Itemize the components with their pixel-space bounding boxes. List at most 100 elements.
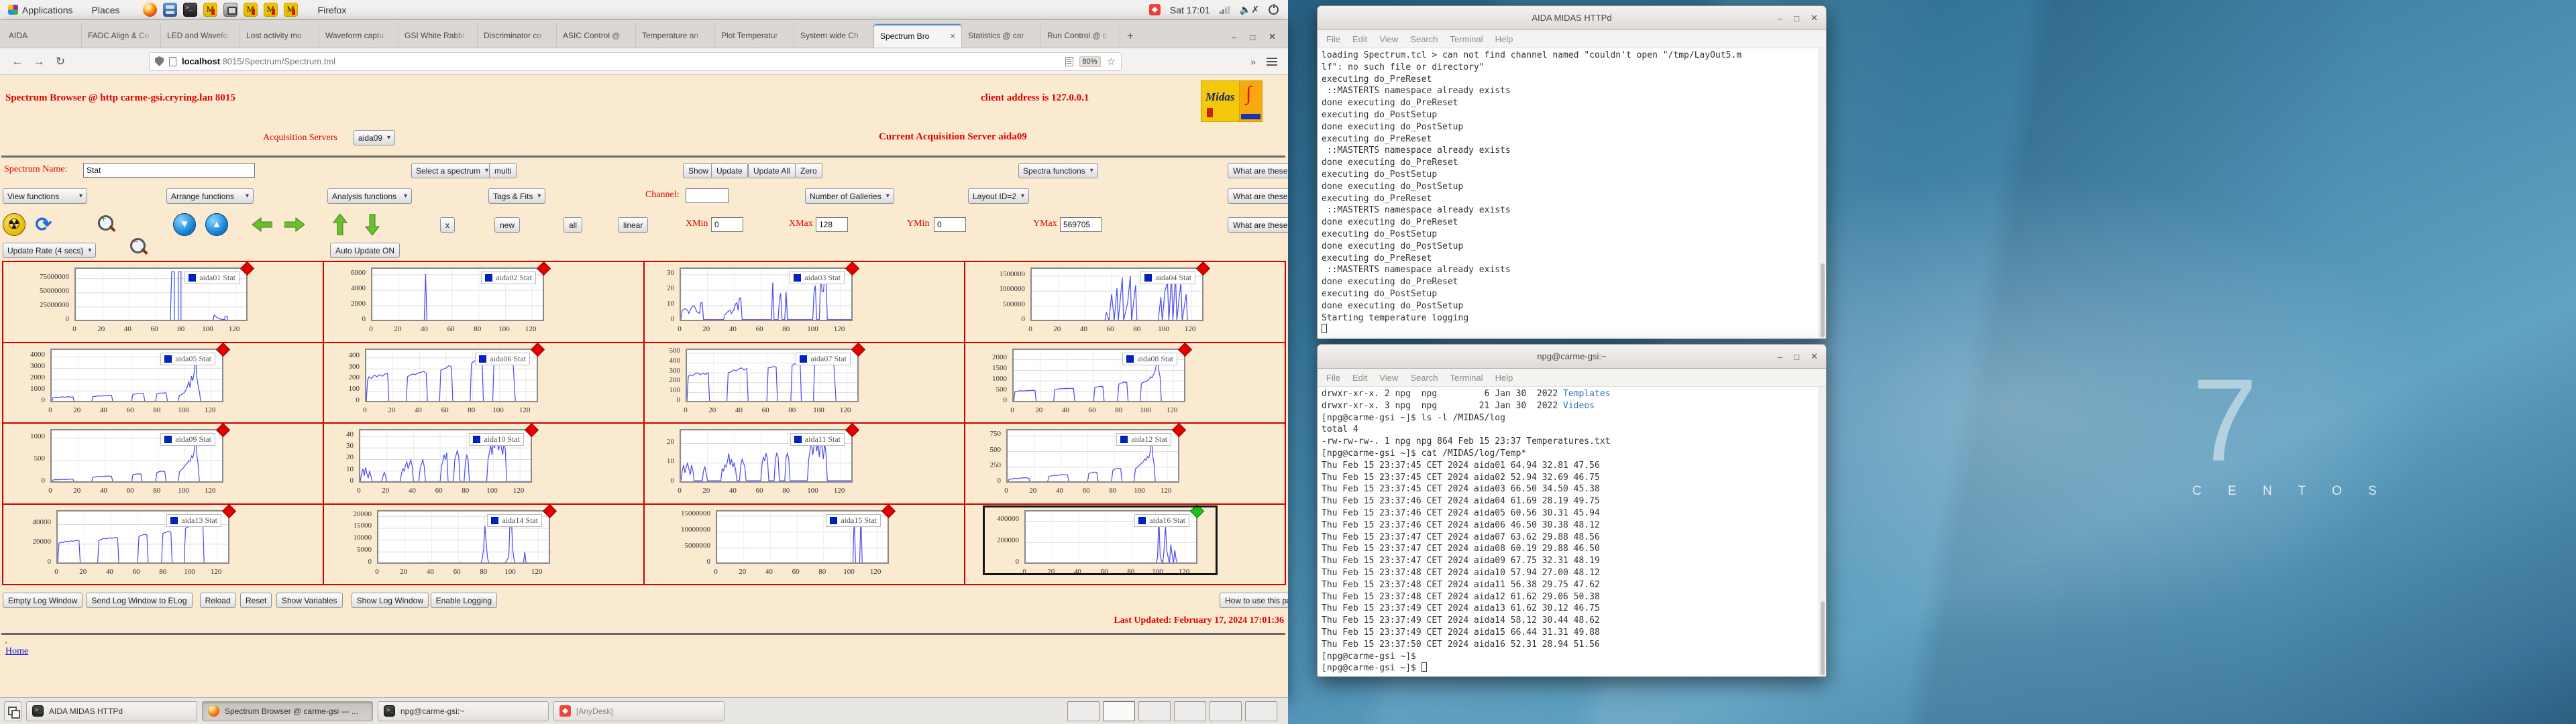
linear-button[interactable]: linear [618,217,648,233]
all-button[interactable]: all [564,217,582,233]
view-functions-dropdown[interactable]: View functions▾ [3,188,87,204]
browser-tab-5[interactable]: Waveform captu [319,23,398,48]
browser-tab-2[interactable]: FADC Align & Co [82,23,161,48]
ymin-input[interactable]: 0 [934,217,966,232]
multi-button[interactable]: multi [489,163,517,178]
browser-tab-14[interactable]: Run Control @ c [1041,23,1120,48]
terminal-title-bar[interactable]: AIDA MIDAS HTTPd – □ ✕ [1318,6,1826,30]
page-info-icon[interactable] [169,57,176,66]
zoom-level-badge[interactable]: 80% [1079,56,1101,67]
xmin-input[interactable]: 0 [711,217,743,232]
places-menu[interactable]: Places [84,0,128,20]
pan-left-icon-button[interactable] [251,213,274,236]
auto-update-button[interactable]: Auto Update ON [330,243,400,258]
how-to-use-button[interactable]: How to use this page [1220,593,1288,608]
log-button-enable-logging[interactable]: Enable Logging [431,593,497,608]
channel-input[interactable] [686,188,729,203]
spectrum-plot-aida06[interactable]: 0100200300400020406080100120aida06 Stat [323,342,645,424]
clock[interactable]: Sat 17:01 [1170,5,1210,15]
terminal-menu-edit[interactable]: Edit [1348,371,1372,384]
spectrum-plot-aida07[interactable]: 0100200300400500020406080100120aida07 St… [643,342,965,424]
scale-down-icon-button[interactable]: ▼ [173,213,196,236]
zero-button[interactable]: Zero [795,163,822,178]
midas-launcher-icon[interactable] [264,3,278,17]
spectrum-plot-aida01[interactable]: 0250000005000000075000000020406080100120… [2,261,324,343]
terminal-menu-search[interactable]: Search [1405,33,1442,46]
terminal-menu-search[interactable]: Search [1405,371,1442,384]
log-button-reset[interactable]: Reset [240,593,272,608]
workspace-2[interactable] [1103,701,1135,721]
new-button[interactable]: new [494,217,520,233]
terminal-close-button[interactable]: ✕ [1811,13,1818,23]
spectrum-plot-aida15[interactable]: 050000001000000015000000020406080100120a… [643,503,965,586]
window-close-button[interactable]: ✕ [1269,32,1276,42]
refresh-icon-button[interactable]: ⟳ [32,213,55,236]
window-maximize-button[interactable]: □ [1250,32,1255,42]
ymax-input[interactable]: 569705 [1060,217,1102,232]
window-minimize-button[interactable]: – [1232,32,1236,42]
back-button[interactable]: ← [7,55,28,68]
terminal-menu-help[interactable]: Help [1491,33,1518,46]
log-button-show-variables[interactable]: Show Variables [276,593,343,608]
anydesk-tray-icon[interactable] [1149,4,1161,15]
window-list-icon[interactable] [4,701,21,721]
update-rate-dropdown[interactable]: Update Rate (4 secs)▾ [3,243,96,258]
xmax-input[interactable]: 128 [816,217,848,232]
scale-up-icon-button[interactable]: ▲ [205,213,228,236]
network-icon[interactable] [1220,6,1230,14]
terminal-launcher-icon[interactable] [183,3,197,17]
menu-hamburger-icon[interactable] [1267,58,1277,66]
terminal-maximize-button[interactable]: □ [1794,13,1799,23]
browser-tab-13[interactable]: Statistics @ car [962,23,1041,48]
spectrum-plot-aida09[interactable]: 05001000020406080100120aida09 Stat [2,422,324,505]
number-of-galleries-dropdown[interactable]: Number of Galleries▾ [805,188,894,204]
zoom-out-icon-button[interactable]: − [127,236,150,259]
spectrum-plot-aida16[interactable]: 0200000400000020406080100120aida16 Stat [964,503,1286,586]
spectrum-plot-aida13[interactable]: 02000040000020406080100120aida13 Stat [2,503,324,586]
terminal-menu-help[interactable]: Help [1491,371,1518,384]
what-are-these-button-3[interactable]: What are these? [1228,217,1288,233]
browser-tab-4[interactable]: Lost activity mo [240,23,319,48]
terminal-output[interactable]: drwxr-xr-x. 2 npg npg 6 Jan 30 2022 Temp… [1318,387,1826,676]
reader-mode-icon[interactable] [1065,57,1073,66]
browser-tab-11[interactable]: System wide Ch [794,23,873,48]
workspace-4[interactable] [1174,701,1206,721]
overflow-chevrons-icon[interactable]: » [1250,56,1256,67]
spectrum-plot-aida03[interactable]: 0102030020406080100120aida03 Stat [643,261,965,343]
browser-tab-3[interactable]: LED and Wavefo [161,23,240,48]
spectrum-plot-aida05[interactable]: 01000200030004000020406080100120aida05 S… [2,342,324,424]
spectrum-name-input[interactable]: Stat [83,163,255,178]
terminal-maximize-button[interactable]: □ [1794,352,1799,362]
terminal-menu-file[interactable]: File [1322,33,1345,46]
applications-menu[interactable]: Applications [0,0,81,20]
pan-right-icon-button[interactable] [283,213,306,236]
power-icon[interactable] [1269,5,1279,15]
workspace-3[interactable] [1138,701,1171,721]
reload-button[interactable]: ↻ [50,55,71,68]
terminal-menu-terminal[interactable]: Terminal [1446,33,1488,46]
terminal-close-button[interactable]: ✕ [1811,351,1818,362]
spectra-functions-dropdown[interactable]: Spectra functions▾ [1018,163,1098,178]
terminal-scrollbar[interactable] [1819,387,1826,676]
midas-launcher-icon[interactable] [203,3,217,17]
log-button-empty-log-window[interactable]: Empty Log Window [3,593,83,608]
browser-tab-10[interactable]: Plot Temperatur [715,23,794,48]
browser-tab-12[interactable]: Spectrum Bro× [873,23,962,48]
screenshot-launcher-icon[interactable] [223,3,237,17]
firefox-launcher-icon[interactable] [143,3,157,17]
terminal-menu-view[interactable]: View [1375,33,1403,46]
what-are-these-button-1[interactable]: What are these? [1228,163,1288,178]
update-button[interactable]: Update [711,163,748,178]
taskbar-item-2[interactable]: Spectrum Browser @ carme-gsi — ... [202,701,373,721]
layout-id-dropdown[interactable]: Layout ID=2▾ [968,188,1029,204]
acquisition-server-select[interactable]: aida09▾ [354,130,395,145]
arrange-functions-dropdown[interactable]: Arrange functions▾ [166,188,254,204]
analysis-functions-dropdown[interactable]: Analysis functions▾ [327,188,412,204]
taskbar-item-4[interactable]: [AnyDesk] [553,701,724,721]
spectrum-plot-aida08[interactable]: 0500100015002000020406080100120aida08 St… [964,342,1286,424]
browser-tab-9[interactable]: Temperature an [636,23,715,48]
taskbar-item-1[interactable]: AIDA MIDAS HTTPd [26,701,197,721]
new-tab-button[interactable]: + [1120,25,1140,48]
browser-tab-1[interactable]: AIDA [3,23,82,48]
volume-muted-icon[interactable]: 🔈✗ [1240,4,1259,15]
